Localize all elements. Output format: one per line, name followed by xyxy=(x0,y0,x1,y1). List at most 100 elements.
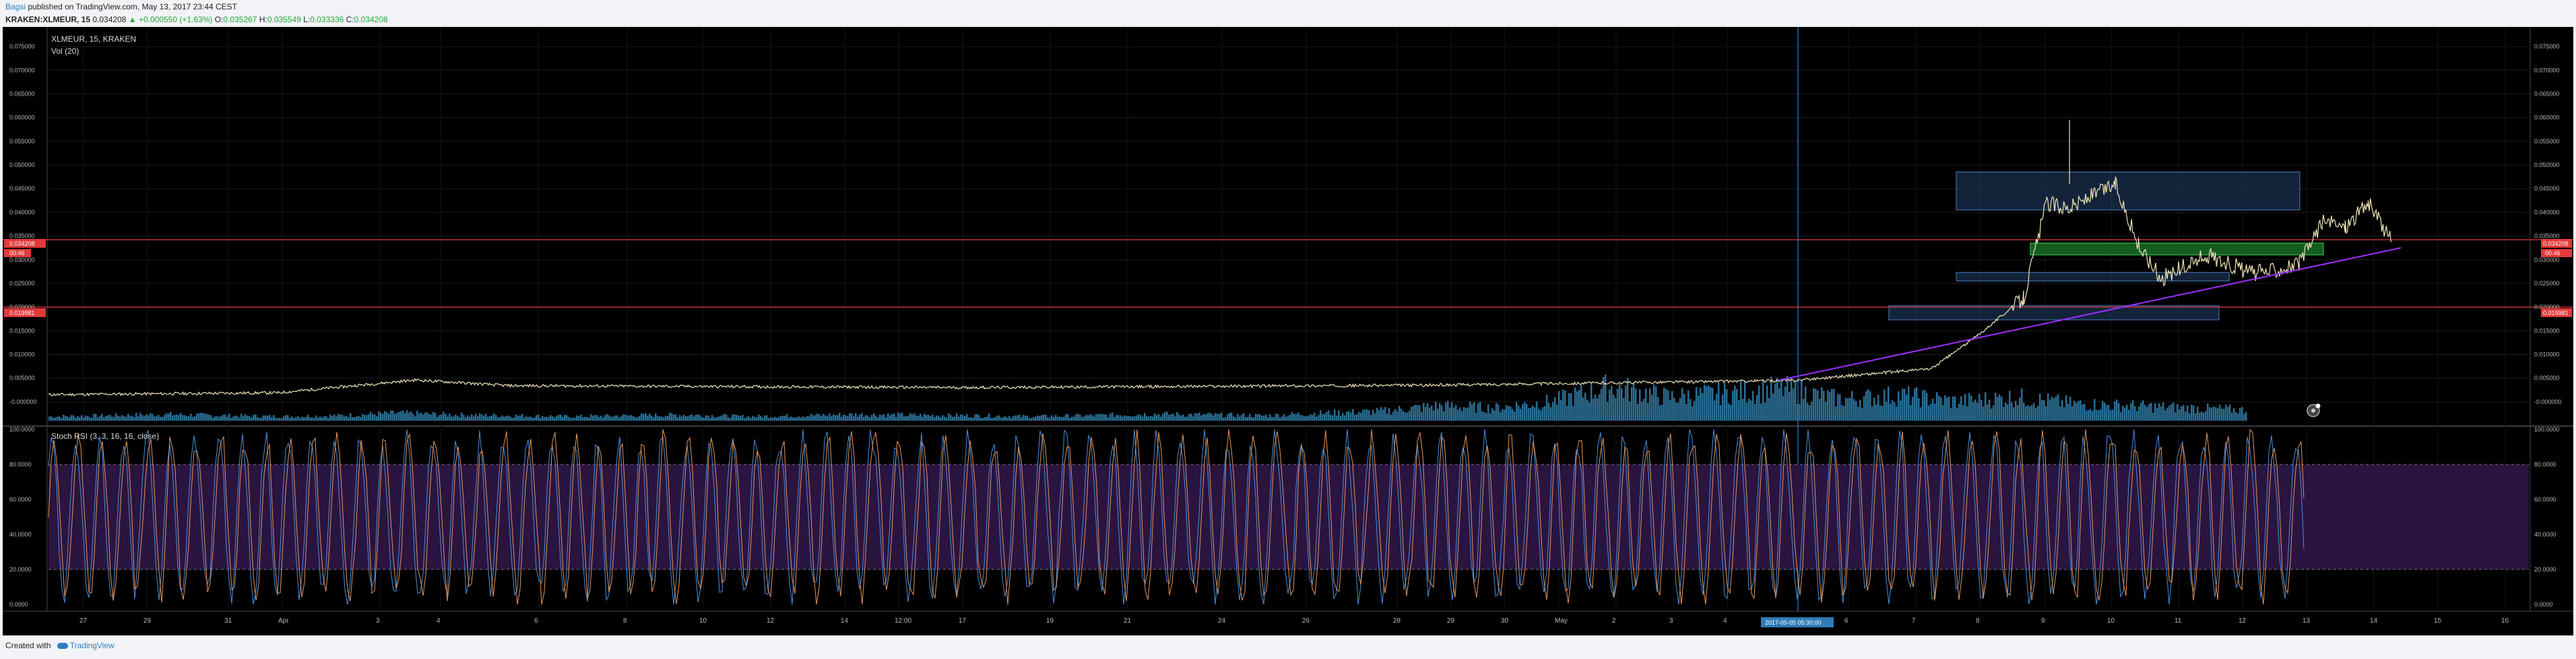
volume-bar xyxy=(687,416,689,421)
volume-bar xyxy=(594,415,596,421)
volume-bar xyxy=(404,413,406,421)
volume-bar xyxy=(592,415,594,421)
volume-bar xyxy=(1344,415,1346,421)
volume-bar xyxy=(1075,414,1077,421)
volume-bar xyxy=(1253,417,1255,421)
volume-bar xyxy=(1562,390,1564,421)
volume-bar xyxy=(517,415,519,421)
volume-bar xyxy=(1540,410,1542,421)
volume-bar xyxy=(303,417,305,421)
volume-bar xyxy=(1479,401,1481,421)
volume-bar xyxy=(1170,414,1172,421)
volume-bar xyxy=(2227,407,2229,421)
volume-bar xyxy=(2120,412,2122,421)
volume-bar xyxy=(994,417,996,421)
volume-bar xyxy=(91,417,93,421)
volume-bar xyxy=(451,416,453,421)
volume-bar xyxy=(792,417,794,421)
time-tick: 29 xyxy=(1447,617,1455,625)
volume-bar xyxy=(319,416,321,421)
volume-bar xyxy=(1192,416,1194,421)
volume-bar xyxy=(1160,416,1162,421)
volume-bar xyxy=(742,415,744,421)
volume-bar xyxy=(1793,388,1795,421)
volume-bar xyxy=(2241,407,2243,421)
volume-bar xyxy=(1190,413,1192,421)
volume-bar xyxy=(1463,407,1465,421)
tradingview-brand-link[interactable]: TradingView xyxy=(70,641,115,650)
volume-bar xyxy=(154,416,156,421)
volume-bar xyxy=(2098,410,2100,421)
volume-bar xyxy=(133,417,135,421)
volume-bar xyxy=(1033,417,1035,421)
volume-bar xyxy=(847,416,849,421)
volume-bar xyxy=(1605,374,1607,421)
volume-bar xyxy=(1588,402,1590,421)
settings-gear-icon[interactable] xyxy=(2307,403,2321,417)
volume-bar xyxy=(1962,405,1964,421)
volume-bar xyxy=(1083,416,1085,421)
volume-bar xyxy=(455,414,457,421)
volume-bar xyxy=(499,417,501,421)
volume-bar xyxy=(1202,413,1204,421)
open-label: O: xyxy=(214,15,224,24)
volume-bar xyxy=(340,414,342,421)
chart-frame[interactable]: 0.075000 0.075000 0.070000 0.070000 0.065000… xyxy=(3,27,2573,635)
time-tick: 8 xyxy=(1976,617,1980,625)
volume-bar xyxy=(152,413,154,421)
volume-bar xyxy=(1617,388,1619,421)
volume-bar xyxy=(2225,405,2227,421)
volume-bar xyxy=(602,417,604,421)
volume-bar xyxy=(178,415,180,421)
volume-bar xyxy=(1859,399,1861,421)
volume-bar xyxy=(926,415,928,421)
volume-bar xyxy=(1883,389,1886,421)
volume-bar xyxy=(408,412,410,421)
chart-canvas[interactable]: 0.075000 0.075000 0.070000 0.070000 0.065000… xyxy=(3,27,2573,635)
volume-bar xyxy=(1950,407,1952,421)
volume-bar xyxy=(699,415,701,421)
volume-bar xyxy=(277,418,279,421)
volume-bar xyxy=(1425,407,1427,421)
volume-bar xyxy=(924,413,926,421)
volume-bar xyxy=(829,413,831,421)
price-tick-right: 0.060000 xyxy=(2534,114,2560,121)
volume-bar xyxy=(75,417,77,421)
volume-bar xyxy=(222,415,224,421)
volume-bar xyxy=(1186,416,1188,421)
volume-bar xyxy=(738,415,740,421)
volume-bar xyxy=(938,415,940,421)
volume-bar xyxy=(2181,406,2183,421)
volume-bar xyxy=(2071,406,2073,421)
volume-bar xyxy=(1811,401,1813,421)
volume-bar xyxy=(748,415,750,421)
volume-bar xyxy=(1188,413,1190,421)
volume-bar xyxy=(641,413,643,421)
volume-bar xyxy=(534,417,536,421)
rsi-tick-left: 100.0000 xyxy=(9,426,35,433)
volume-bar xyxy=(117,415,119,421)
volume-bar xyxy=(1000,417,1002,421)
volume-bar xyxy=(643,414,645,421)
volume-bar xyxy=(2025,406,2027,421)
volume-bar xyxy=(2029,406,2031,421)
volume-bar xyxy=(350,413,352,421)
tradingview-logo-icon[interactable] xyxy=(57,643,68,650)
volume-bar xyxy=(1597,398,1599,421)
volume-bar xyxy=(1526,403,1528,421)
volume-bar xyxy=(845,415,847,421)
volume-bar xyxy=(1441,405,1443,421)
volume-bar xyxy=(55,417,57,421)
volume-bar xyxy=(483,415,485,421)
volume-bar xyxy=(271,417,273,421)
volume-bar xyxy=(1095,414,1097,421)
volume-bar xyxy=(511,417,513,421)
volume-bar xyxy=(1427,403,1429,421)
volume-bar xyxy=(245,414,247,421)
volume-bar xyxy=(77,416,79,421)
author-link[interactable]: Bagsi xyxy=(5,2,26,11)
volume-bar xyxy=(554,417,556,421)
volume-bar xyxy=(1198,413,1200,421)
volume-bar xyxy=(1166,411,1168,421)
volume-bar xyxy=(1936,392,1938,421)
